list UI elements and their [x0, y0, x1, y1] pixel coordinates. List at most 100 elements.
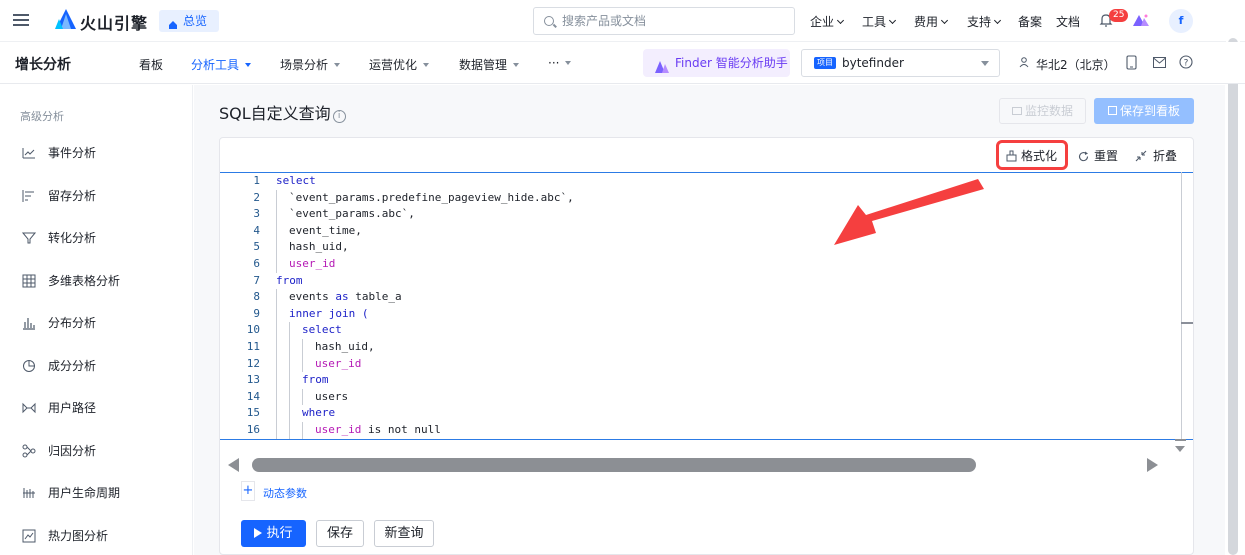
code-line[interactable]: user_id	[276, 355, 574, 373]
sidebar-item-distribution[interactable]: 分布分析	[22, 315, 96, 331]
project-select[interactable]: 项目 bytefinder	[801, 49, 1000, 77]
finder-assistant-button[interactable]: Finder 智能分析助手	[643, 49, 790, 77]
sql-keyword: select	[302, 323, 342, 337]
add-param-icon[interactable]: +	[241, 481, 255, 501]
bar-chart-icon	[22, 316, 36, 330]
page-scrollbar-thumb[interactable]	[1228, 38, 1238, 555]
mail-icon[interactable]	[1153, 57, 1166, 71]
chevron-down-icon	[836, 16, 845, 25]
sidebar-item-conversion[interactable]: 转化分析	[21, 230, 96, 246]
monitor-data-label: 监控数据	[1024, 104, 1073, 118]
subnav-analysis-tools[interactable]: 分析工具	[191, 56, 252, 73]
subnav-dashboard[interactable]: 看板	[139, 56, 163, 73]
line-chart-icon	[22, 146, 36, 160]
code-line[interactable]: hash_uid,	[276, 239, 574, 256]
nav-billing[interactable]: 费用	[914, 13, 949, 30]
sidebar-item-heatmap[interactable]: 热力图分析	[22, 528, 108, 544]
subnav-more[interactable]: ···	[548, 56, 572, 70]
region-label[interactable]: 华北2（北京）	[1036, 56, 1116, 73]
subnav-scenario-label: 场景分析	[280, 58, 329, 72]
subnav-data-management[interactable]: 数据管理	[459, 56, 520, 73]
code-line[interactable]: user_id	[276, 255, 574, 273]
format-button[interactable]: 格式化	[1006, 147, 1057, 165]
brand-name[interactable]: 火山引擎	[80, 10, 148, 34]
line-number: 5	[253, 240, 260, 254]
sidebar-item-user-path[interactable]: 用户路径	[22, 400, 96, 416]
mobile-icon[interactable]	[1126, 55, 1137, 73]
pie-chart-icon	[22, 359, 36, 373]
sidebar-item-retention[interactable]: 留存分析	[22, 188, 96, 204]
chevron-down-icon	[993, 16, 1002, 25]
code-line[interactable]: `event_params.predefine_pageview_hide.ab…	[276, 189, 574, 207]
link-filing[interactable]: 备案	[1018, 13, 1042, 30]
fold-button[interactable]: 折叠	[1135, 147, 1177, 165]
line-number: 13	[246, 373, 260, 387]
nav-support[interactable]: 支持	[967, 13, 1002, 30]
overview-button[interactable]: 总览	[159, 10, 219, 32]
app-title[interactable]: 增长分析	[15, 54, 71, 74]
sidebar-item-multidim-table[interactable]: 多维表格分析	[22, 273, 120, 289]
horizontal-scrollbar-thumb[interactable]	[252, 458, 976, 472]
sql-code-editor[interactable]: 1 2 3 4 5 6 7 8 9 10 11 12 13 14 15 16 select `event_par…	[220, 172, 1193, 440]
sidebar-item-composition[interactable]: 成分分析	[22, 358, 96, 374]
link-docs[interactable]: 文档	[1056, 13, 1080, 30]
code-line[interactable]: event_time,	[276, 222, 574, 240]
sql-identifier: user_id	[315, 356, 362, 370]
monitor-data-button[interactable]: 监控数据	[999, 98, 1086, 124]
sql-text: users	[315, 389, 349, 403]
format-icon	[1006, 150, 1017, 165]
code-line[interactable]: select	[276, 322, 574, 339]
indent-guide	[276, 189, 289, 207]
dynamic-params-link[interactable]: 动态参数	[263, 485, 307, 501]
nav-tools[interactable]: 工具	[862, 13, 897, 30]
code-area[interactable]: select `event_params.predefine_pageview_h…	[276, 173, 574, 439]
code-line[interactable]: select	[276, 173, 574, 190]
sql-keyword: inner join (	[289, 306, 369, 320]
editor-scrollbar-thumb[interactable]	[1181, 322, 1193, 324]
run-button[interactable]: 执行	[241, 520, 306, 547]
code-line[interactable]: user_id is not null	[276, 421, 574, 439]
info-icon[interactable]: i	[332, 110, 346, 123]
sidebar-item-attribution[interactable]: 归因分析	[22, 443, 96, 459]
reset-button[interactable]: 重置	[1078, 147, 1118, 165]
retention-icon	[22, 189, 36, 203]
new-query-button[interactable]: 新查询	[374, 520, 434, 547]
chevron-down-icon	[940, 16, 949, 25]
line-number-gutter: 1 2 3 4 5 6 7 8 9 10 11 12 13 14 15 16	[220, 173, 260, 439]
ai-assistant-icon[interactable]	[1133, 13, 1149, 30]
sidebar-item-event-analysis[interactable]: 事件分析	[22, 145, 96, 161]
sidebar-item-lifecycle[interactable]: 用户生命周期	[22, 485, 120, 501]
save-button[interactable]: 保存	[316, 520, 364, 547]
subnav-scenario[interactable]: 场景分析	[280, 56, 341, 73]
sql-keyword: from	[276, 273, 303, 287]
code-line[interactable]: events as table_a	[276, 289, 574, 306]
line-number: 15	[246, 406, 260, 420]
nav-enterprise[interactable]: 企业	[810, 13, 845, 30]
user-avatar[interactable]: f	[1169, 9, 1193, 33]
indent-guide	[276, 421, 289, 439]
heatmap-icon	[22, 529, 36, 543]
code-line[interactable]: hash_uid,	[276, 338, 574, 356]
scroll-left-arrow-icon[interactable]	[228, 458, 239, 472]
subnav-operations[interactable]: 运营优化	[369, 56, 430, 73]
code-line[interactable]: inner join (	[276, 305, 574, 323]
code-line[interactable]: `event_params.abc`,	[276, 206, 574, 223]
code-line[interactable]: from	[276, 273, 574, 290]
hamburger-menu-icon[interactable]	[13, 12, 29, 28]
caret-down-icon	[334, 63, 341, 67]
sidebar-item-label: 用户生命周期	[48, 486, 121, 500]
sql-keyword: select	[276, 174, 316, 187]
code-line[interactable]: from	[276, 372, 574, 389]
scroll-down-arrow-icon[interactable]	[1175, 446, 1185, 452]
help-icon[interactable]: ?	[1179, 55, 1193, 72]
save-to-dashboard-button[interactable]: 保存到看板	[1094, 98, 1194, 124]
fold-label: 折叠	[1153, 149, 1178, 163]
sql-identifier: user_id	[289, 256, 336, 270]
line-number: 16	[246, 422, 260, 436]
search-input[interactable]: 搜索产品或文档	[533, 7, 795, 35]
scroll-right-arrow-icon[interactable]	[1147, 458, 1158, 472]
code-line[interactable]: where	[276, 405, 574, 422]
code-line[interactable]: users	[276, 388, 574, 406]
subnav-operations-label: 运营优化	[369, 58, 418, 72]
volcano-logo-icon[interactable]	[55, 8, 77, 33]
